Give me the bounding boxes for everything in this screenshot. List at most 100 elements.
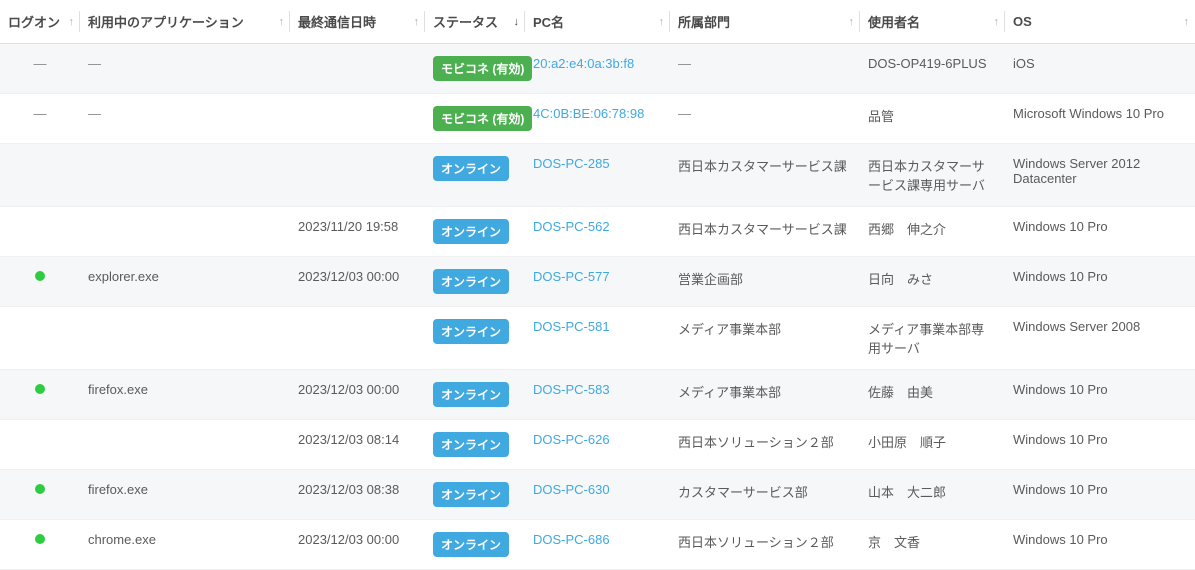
header-row: ログオン ↑ 利用中のアプリケーション ↑ 最終通信日時 ↑ ステータス ↓ P… bbox=[0, 0, 1195, 44]
col-label: ログオン bbox=[8, 15, 60, 30]
status-badge-mobicone: モビコネ (有効) bbox=[433, 56, 532, 81]
cell-status: オンライン bbox=[425, 257, 525, 307]
user-value: 日向 みさ bbox=[868, 272, 933, 287]
col-header-logon[interactable]: ログオン ↑ bbox=[0, 0, 80, 44]
cell-department: 営業企画部 bbox=[670, 257, 860, 307]
col-header-user[interactable]: 使用者名 ↑ bbox=[860, 0, 1005, 44]
os-value: iOS bbox=[1013, 56, 1035, 71]
last-comm-value: 2023/12/03 00:00 bbox=[298, 382, 399, 397]
dash-icon: — bbox=[34, 106, 47, 121]
status-badge-online: オンライン bbox=[433, 219, 509, 244]
app-name: explorer.exe bbox=[88, 269, 159, 284]
sort-arrow-up-icon: ↑ bbox=[414, 16, 420, 28]
cell-pc-name: DOS-PC-562 bbox=[525, 207, 670, 257]
os-value: Windows Server 2008 bbox=[1013, 319, 1140, 334]
cell-department: 西日本カスタマーサービス課 bbox=[670, 207, 860, 257]
cell-app: chrome.exe bbox=[80, 520, 290, 570]
os-value: Windows 10 Pro bbox=[1013, 382, 1108, 397]
cell-user: 日向 みさ bbox=[860, 257, 1005, 307]
table-body: ——モビコネ (有効)20:a2:e4:0a:3b:f8—DOS-OP419-6… bbox=[0, 44, 1195, 570]
sort-arrow-down-icon: ↓ bbox=[514, 16, 520, 28]
status-badge-mobicone: モビコネ (有効) bbox=[433, 106, 532, 131]
user-value: 小田原 順子 bbox=[868, 435, 946, 450]
cell-os: Microsoft Windows 10 Pro bbox=[1005, 94, 1195, 144]
user-value: 品管 bbox=[868, 109, 894, 124]
sort-arrow-up-icon: ↑ bbox=[69, 16, 75, 28]
pc-list-table: ログオン ↑ 利用中のアプリケーション ↑ 最終通信日時 ↑ ステータス ↓ P… bbox=[0, 0, 1195, 570]
cell-app: firefox.exe bbox=[80, 370, 290, 420]
cell-os: Windows 10 Pro bbox=[1005, 420, 1195, 470]
table-row: 2023/12/03 08:14オンラインDOS-PC-626西日本ソリューショ… bbox=[0, 420, 1195, 470]
cell-pc-name: DOS-PC-581 bbox=[525, 307, 670, 370]
cell-os: Windows Server 2008 bbox=[1005, 307, 1195, 370]
col-label: ステータス bbox=[433, 15, 498, 30]
pc-name-link[interactable]: DOS-PC-581 bbox=[533, 319, 610, 334]
user-value: 山本 大二郎 bbox=[868, 485, 946, 500]
department-value: 営業企画部 bbox=[678, 272, 743, 287]
cell-status: オンライン bbox=[425, 420, 525, 470]
col-label: PC名 bbox=[533, 15, 564, 30]
cell-user: 佐藤 由美 bbox=[860, 370, 1005, 420]
table-row: explorer.exe2023/12/03 00:00オンラインDOS-PC-… bbox=[0, 257, 1195, 307]
department-value: メディア事業本部 bbox=[678, 385, 781, 400]
col-label: 最終通信日時 bbox=[298, 15, 376, 30]
cell-department: メディア事業本部 bbox=[670, 307, 860, 370]
last-comm-value: 2023/12/03 00:00 bbox=[298, 532, 399, 547]
col-label: 利用中のアプリケーション bbox=[88, 15, 244, 30]
online-dot-icon bbox=[35, 271, 45, 281]
sort-arrow-up-icon: ↑ bbox=[1184, 16, 1190, 28]
col-header-last[interactable]: 最終通信日時 ↑ bbox=[290, 0, 425, 44]
sort-arrow-up-icon: ↑ bbox=[659, 16, 665, 28]
cell-last-comm: 2023/11/20 19:58 bbox=[290, 207, 425, 257]
cell-department: — bbox=[670, 44, 860, 94]
cell-pc-name: DOS-PC-583 bbox=[525, 370, 670, 420]
cell-app bbox=[80, 144, 290, 207]
pc-name-link[interactable]: DOS-PC-577 bbox=[533, 269, 610, 284]
pc-name-link[interactable]: DOS-PC-562 bbox=[533, 219, 610, 234]
cell-user: 小田原 順子 bbox=[860, 420, 1005, 470]
pc-name-link[interactable]: DOS-PC-583 bbox=[533, 382, 610, 397]
col-header-app[interactable]: 利用中のアプリケーション ↑ bbox=[80, 0, 290, 44]
department-value: メディア事業本部 bbox=[678, 322, 781, 337]
pc-name-link[interactable]: DOS-PC-285 bbox=[533, 156, 610, 171]
dash-icon: — bbox=[88, 106, 101, 121]
pc-name-link[interactable]: 4C:0B:BE:06:78:98 bbox=[533, 106, 644, 121]
cell-status: オンライン bbox=[425, 470, 525, 520]
status-badge-online: オンライン bbox=[433, 432, 509, 457]
cell-user: 山本 大二郎 bbox=[860, 470, 1005, 520]
user-value: メディア事業本部専用サーバ bbox=[868, 322, 984, 356]
user-value: 西日本カスタマーサービス課専用サーバ bbox=[868, 159, 985, 193]
os-value: Windows 10 Pro bbox=[1013, 482, 1108, 497]
col-header-status[interactable]: ステータス ↓ bbox=[425, 0, 525, 44]
cell-app bbox=[80, 307, 290, 370]
col-header-os[interactable]: OS ↑ bbox=[1005, 0, 1195, 44]
table-row: chrome.exe2023/12/03 00:00オンラインDOS-PC-68… bbox=[0, 520, 1195, 570]
cell-app: firefox.exe bbox=[80, 470, 290, 520]
department-value: カスタマーサービス部 bbox=[678, 485, 808, 500]
cell-status: モビコネ (有効) bbox=[425, 94, 525, 144]
app-name: firefox.exe bbox=[88, 482, 148, 497]
col-label: 所属部門 bbox=[678, 15, 730, 30]
cell-logon bbox=[0, 470, 80, 520]
table-row: firefox.exe2023/12/03 00:00オンラインDOS-PC-5… bbox=[0, 370, 1195, 420]
dash-icon: — bbox=[678, 106, 691, 121]
table-row: ——モビコネ (有効)20:a2:e4:0a:3b:f8—DOS-OP419-6… bbox=[0, 44, 1195, 94]
pc-name-link[interactable]: DOS-PC-686 bbox=[533, 532, 610, 547]
col-header-dept[interactable]: 所属部門 ↑ bbox=[670, 0, 860, 44]
cell-logon bbox=[0, 307, 80, 370]
cell-pc-name: 4C:0B:BE:06:78:98 bbox=[525, 94, 670, 144]
pc-name-link[interactable]: DOS-PC-626 bbox=[533, 432, 610, 447]
user-value: DOS-OP419-6PLUS bbox=[868, 56, 987, 71]
pc-name-link[interactable]: DOS-PC-630 bbox=[533, 482, 610, 497]
cell-last-comm bbox=[290, 307, 425, 370]
cell-os: Windows 10 Pro bbox=[1005, 257, 1195, 307]
cell-app bbox=[80, 420, 290, 470]
sort-arrow-up-icon: ↑ bbox=[279, 16, 285, 28]
table-row: オンラインDOS-PC-285西日本カスタマーサービス課西日本カスタマーサービス… bbox=[0, 144, 1195, 207]
department-value: 西日本カスタマーサービス課 bbox=[678, 159, 847, 174]
pc-name-link[interactable]: 20:a2:e4:0a:3b:f8 bbox=[533, 56, 634, 71]
cell-pc-name: DOS-PC-285 bbox=[525, 144, 670, 207]
col-header-pc[interactable]: PC名 ↑ bbox=[525, 0, 670, 44]
os-value: Windows 10 Pro bbox=[1013, 219, 1108, 234]
sort-arrow-up-icon: ↑ bbox=[994, 16, 1000, 28]
